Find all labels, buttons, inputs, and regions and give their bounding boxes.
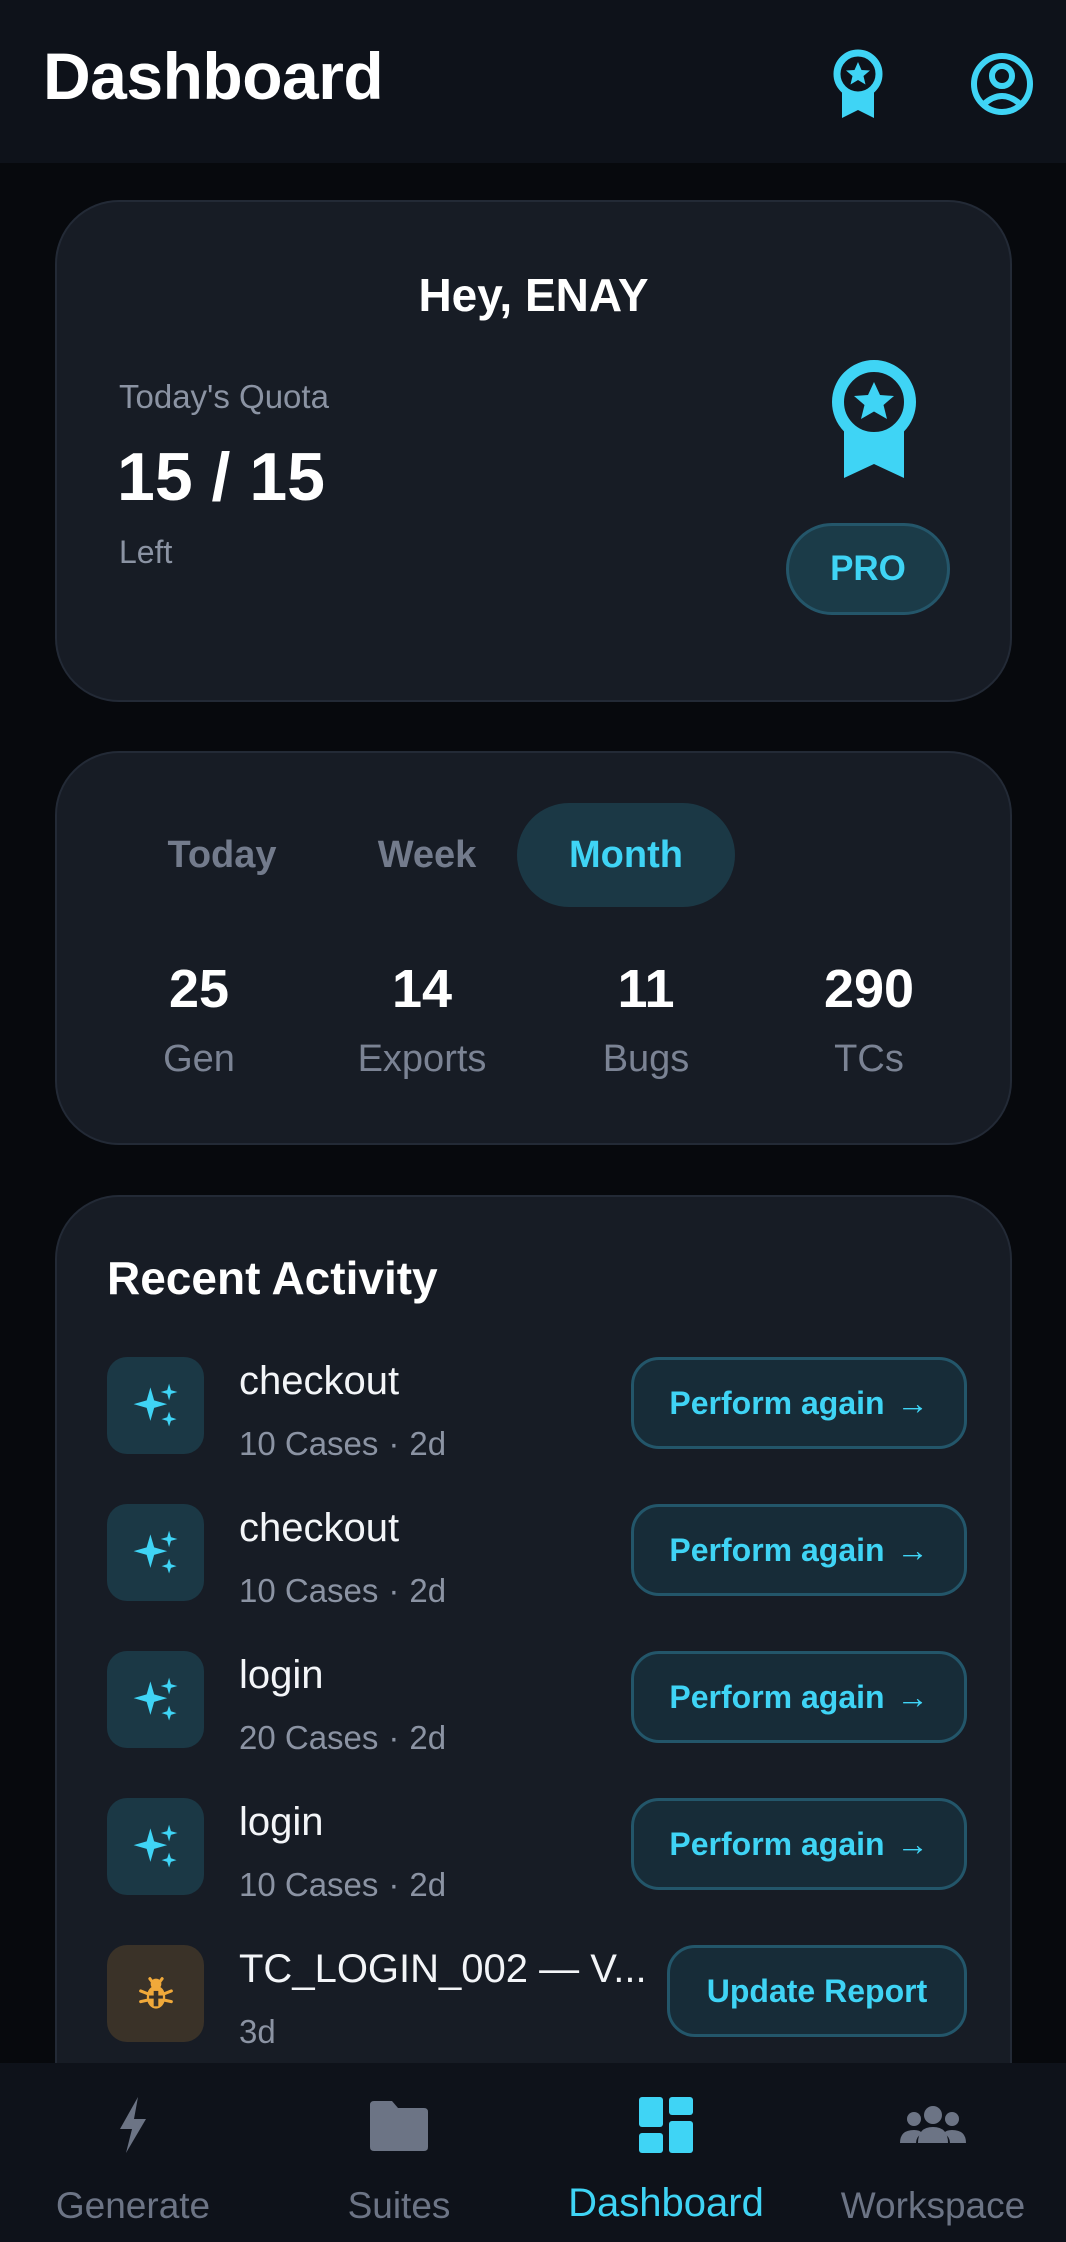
activity-name: checkout [239,1506,400,1550]
activity-name: login [239,1800,324,1844]
stat-label: TCs [834,1038,904,1080]
list-item: login 10 Cases · 2d Perform again → [107,1798,967,1918]
list-item: checkout 10 Cases · 2d Perform again → [107,1504,967,1624]
separator: · [388,1866,400,1903]
stat-bugs: 11 Bugs [546,958,746,1081]
folder-icon [370,2101,428,2151]
pro-badge[interactable]: PRO [786,523,950,615]
nav-label: Workspace [840,2185,1026,2226]
stat-label: Exports [357,1038,487,1080]
perform-again-button[interactable]: Perform again → [631,1651,967,1743]
nav-label: Dashboard [568,2181,764,2225]
activity-meta: 10 Cases · 2d [239,1866,446,1904]
arrow-right-icon: → [896,1825,929,1862]
stat-value: 14 [391,959,453,1019]
update-report-button[interactable]: Update Report [667,1945,967,2037]
button-label: Perform again [669,1384,885,1421]
bolt-icon [120,2097,146,2153]
stat-value: 290 [823,959,915,1019]
stat-value: 25 [168,959,230,1019]
stat-exports: 14 Exports [322,958,522,1081]
stat-label: Bugs [602,1038,690,1080]
sparkles-icon [107,1651,204,1748]
stat-tcs: 290 TCs [769,958,969,1081]
button-label: Perform again [669,1531,885,1568]
arrow-right-icon: → [896,1531,929,1568]
nav-item-workspace[interactable]: Workspace [800,2063,1066,2242]
activity-name: login [239,1653,324,1697]
perform-again-button[interactable]: Perform again → [631,1504,967,1596]
recent-activity-title: Recent Activity [107,1252,438,1304]
bottom-navigation: Generate Suites Dashboard Workspace [0,2063,1066,2242]
sparkles-icon [107,1798,204,1895]
activity-age: 2d [409,1572,447,1609]
award-icon [819,356,929,480]
quota-label: Today's Quota [119,378,329,415]
perform-again-button[interactable]: Perform again → [631,1798,967,1890]
separator: · [388,1572,400,1609]
activity-name: checkout [239,1359,400,1403]
dashboard-icon [639,2097,693,2153]
activity-cases: 10 Cases [239,1572,379,1609]
separator: · [388,1425,400,1462]
activity-cases: 20 Cases [239,1719,379,1756]
stat-gen: 25 Gen [99,958,299,1081]
award-icon[interactable] [818,44,898,124]
activity-meta: 3d [239,2013,276,2051]
separator: · [388,1719,400,1756]
list-item: checkout 10 Cases · 2d Perform again → [107,1357,967,1477]
stats-card: Today Week Month 25 Gen 14 Exports 11 Bu… [55,751,1012,1145]
arrow-right-icon: → [896,1384,929,1421]
sparkles-icon [107,1504,204,1601]
activity-age: 2d [409,1866,447,1903]
tab-today[interactable]: Today [132,803,312,907]
list-item: TC_LOGIN_002 — V... 3d Update Report [107,1945,967,2065]
arrow-right-icon: → [896,1678,929,1715]
list-item: login 20 Cases · 2d Perform again → [107,1651,967,1771]
account-circle-icon[interactable] [962,44,1042,124]
button-label: Perform again [669,1825,885,1862]
greeting: Hey, ENAY [418,269,649,321]
nav-label: Suites [347,2185,451,2226]
activity-meta: 10 Cases · 2d [239,1425,446,1463]
quota-value: 15 / 15 [117,439,325,515]
quota-sub-label: Left [119,534,173,570]
stat-label: Gen [163,1038,235,1080]
activity-cases: 10 Cases [239,1866,379,1903]
group-icon [900,2106,966,2143]
activity-age: 2d [409,1425,447,1462]
sparkles-icon [107,1357,204,1454]
perform-again-button[interactable]: Perform again → [631,1357,967,1449]
activity-age: 3d [239,2013,276,2050]
button-label: Perform again [669,1678,885,1715]
nav-item-dashboard[interactable]: Dashboard [533,2063,799,2242]
quota-card: Hey, ENAY Today's Quota 15 / 15 Left PRO [55,200,1012,702]
activity-meta: 10 Cases · 2d [239,1572,446,1610]
page-title: Dashboard [43,39,384,113]
top-app-bar: Dashboard [0,0,1066,163]
nav-label: Generate [55,2185,211,2226]
nav-item-generate[interactable]: Generate [0,2063,266,2242]
tab-week[interactable]: Week [337,803,517,907]
bug-icon [107,1945,204,2042]
nav-item-suites[interactable]: Suites [266,2063,532,2242]
tab-month[interactable]: Month [517,803,735,907]
stat-value: 11 [617,959,675,1019]
activity-cases: 10 Cases [239,1425,379,1462]
button-label: Update Report [706,1972,928,2009]
activity-meta: 20 Cases · 2d [239,1719,446,1757]
activity-age: 2d [409,1719,447,1756]
activity-name: TC_LOGIN_002 — V... [239,1947,647,1991]
